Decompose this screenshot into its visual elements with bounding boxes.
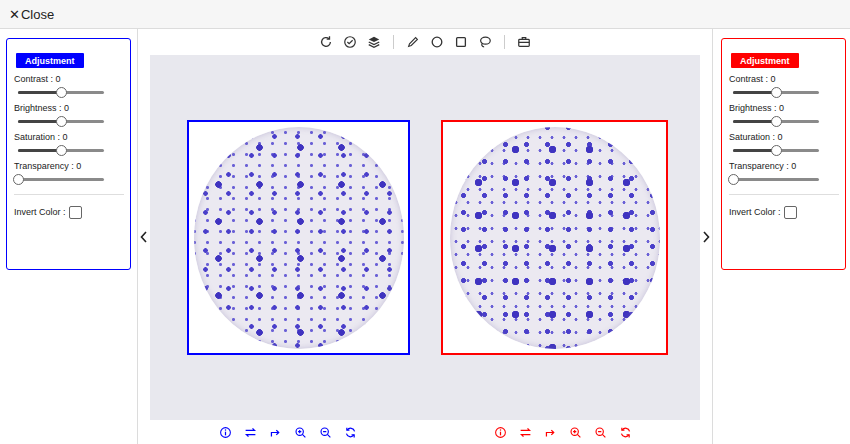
slider-label: Saturation : 0 bbox=[14, 132, 124, 143]
slider-label: Transparency : 0 bbox=[14, 161, 124, 172]
main-area: Adjustment Contrast : 0 Brightness : 0 Satu… bbox=[0, 29, 850, 444]
collapse-left-button[interactable] bbox=[138, 29, 150, 444]
redo-icon[interactable] bbox=[544, 426, 557, 439]
slider-thumb[interactable] bbox=[56, 145, 67, 156]
control-row: Saturation : 0 bbox=[14, 132, 124, 161]
viewer-control-group bbox=[425, 420, 700, 444]
petri-dish-image bbox=[194, 127, 404, 349]
adjustment-panel: Adjustment Contrast : 0 Brightness : 0 Satu… bbox=[721, 38, 846, 270]
slider[interactable] bbox=[18, 115, 104, 128]
slider-thumb[interactable] bbox=[56, 87, 67, 98]
control-row: Transparency : 0 bbox=[14, 161, 124, 190]
slider-thumb[interactable] bbox=[56, 116, 67, 127]
control-row: Transparency : 0 bbox=[729, 161, 839, 190]
layers-icon[interactable] bbox=[367, 35, 381, 49]
info-icon[interactable] bbox=[494, 426, 507, 439]
checkbox-row: Invert Color : bbox=[729, 206, 839, 219]
checkbox[interactable] bbox=[784, 206, 797, 219]
slider-label: Saturation : 0 bbox=[729, 132, 839, 143]
slider[interactable] bbox=[733, 173, 819, 186]
slider-track bbox=[18, 178, 104, 181]
zoom-out-icon[interactable] bbox=[594, 426, 607, 439]
slider-thumb[interactable] bbox=[771, 145, 782, 156]
image-canvas bbox=[150, 55, 700, 420]
slider[interactable] bbox=[18, 173, 104, 186]
image-compare-app: ✕Close Adjustment Contrast : 0 Brightness :… bbox=[0, 0, 850, 444]
control-row: Saturation : 0 bbox=[729, 132, 839, 161]
viewer-controls bbox=[150, 420, 700, 444]
slider-label: Contrast : 0 bbox=[14, 74, 124, 85]
slider[interactable] bbox=[18, 86, 104, 99]
adjustment-button[interactable]: Adjustment bbox=[16, 53, 84, 68]
slider-fill bbox=[733, 91, 776, 94]
slider[interactable] bbox=[18, 144, 104, 157]
collapse-right-button[interactable] bbox=[700, 29, 712, 444]
checkbox[interactable] bbox=[69, 206, 82, 219]
chevron-left-icon bbox=[140, 231, 148, 243]
close-button[interactable]: ✕Close bbox=[9, 7, 54, 22]
slider-label: Brightness : 0 bbox=[14, 103, 124, 114]
image-frame[interactable] bbox=[187, 120, 410, 355]
slider-track bbox=[733, 178, 819, 181]
zoom-out-icon[interactable] bbox=[319, 426, 332, 439]
toolbar-separator bbox=[393, 35, 394, 49]
slider-fill bbox=[18, 91, 61, 94]
control-row: Invert Color : bbox=[14, 194, 124, 219]
viewer-area bbox=[138, 29, 712, 444]
slider-thumb[interactable] bbox=[728, 174, 739, 185]
circle-icon[interactable] bbox=[430, 35, 444, 49]
control-row: Contrast : 0 bbox=[14, 74, 124, 103]
adjustment-panel: Adjustment Contrast : 0 Brightness : 0 Satu… bbox=[6, 38, 131, 270]
control-row: Brightness : 0 bbox=[729, 103, 839, 132]
swap-icon[interactable] bbox=[244, 426, 257, 439]
slider-fill bbox=[18, 149, 61, 152]
toolbox-icon[interactable] bbox=[517, 35, 531, 49]
slider-label: Brightness : 0 bbox=[729, 103, 839, 114]
slider[interactable] bbox=[733, 115, 819, 128]
toolbar bbox=[150, 29, 700, 55]
slider-label: Transparency : 0 bbox=[729, 161, 839, 172]
slider-thumb[interactable] bbox=[13, 174, 24, 185]
control-row: Invert Color : bbox=[729, 194, 839, 219]
viewer-control-group bbox=[150, 420, 425, 444]
pencil-icon[interactable] bbox=[406, 35, 420, 49]
square-icon[interactable] bbox=[454, 35, 468, 49]
control-row: Contrast : 0 bbox=[729, 74, 839, 103]
zoom-in-icon[interactable] bbox=[294, 426, 307, 439]
close-label: Close bbox=[21, 7, 54, 22]
chevron-right-icon bbox=[702, 231, 710, 243]
image-frame[interactable] bbox=[441, 120, 668, 355]
slider-label: Contrast : 0 bbox=[729, 74, 839, 85]
zoom-in-icon[interactable] bbox=[569, 426, 582, 439]
toolbar-separator bbox=[504, 35, 505, 49]
swap-icon[interactable] bbox=[519, 426, 532, 439]
control-row: Brightness : 0 bbox=[14, 103, 124, 132]
redo-icon[interactable] bbox=[269, 426, 282, 439]
check-circle-icon[interactable] bbox=[343, 35, 357, 49]
slider[interactable] bbox=[733, 86, 819, 99]
slider-thumb[interactable] bbox=[771, 116, 782, 127]
close-icon: ✕ bbox=[9, 7, 20, 22]
refresh-icon[interactable] bbox=[344, 426, 357, 439]
side-column: Adjustment Contrast : 0 Brightness : 0 Satu… bbox=[0, 29, 138, 444]
petri-dish-image bbox=[450, 127, 660, 349]
adjustment-button[interactable]: Adjustment bbox=[731, 53, 799, 68]
slider-fill bbox=[733, 149, 776, 152]
checkbox-label: Invert Color : bbox=[729, 207, 781, 218]
checkbox-row: Invert Color : bbox=[14, 206, 124, 219]
top-bar: ✕Close bbox=[0, 0, 850, 29]
side-column: Adjustment Contrast : 0 Brightness : 0 Satu… bbox=[712, 29, 850, 444]
slider[interactable] bbox=[733, 144, 819, 157]
refresh-icon[interactable] bbox=[619, 426, 632, 439]
rotate-icon[interactable] bbox=[319, 35, 333, 49]
checkbox-label: Invert Color : bbox=[14, 207, 66, 218]
slider-fill bbox=[18, 120, 61, 123]
lasso-icon[interactable] bbox=[478, 35, 492, 49]
info-icon[interactable] bbox=[219, 426, 232, 439]
workspace bbox=[150, 29, 700, 444]
slider-thumb[interactable] bbox=[771, 87, 782, 98]
slider-fill bbox=[733, 120, 776, 123]
